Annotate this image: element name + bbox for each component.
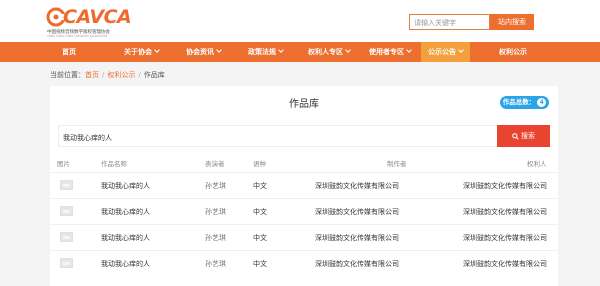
breadcrumb-current: 作品库 [143,71,165,79]
work-owner: 深圳鼓韵文化传媒有限公司 [463,208,547,216]
nav-item-users[interactable]: 使用者专区 [369,42,412,62]
column-header: 表演者 [205,160,225,168]
work-language: 中文 [253,234,267,242]
breadcrumb-separator: / [102,71,105,79]
logo-subtitle-en: CHINA AUDIO-VIDEO COPYRIGHT ASSOCIATION [47,35,108,38]
nav-item-rights-notice[interactable]: 权利公示 [499,42,527,62]
work-thumbnail [60,258,73,268]
nav-item-announcements[interactable]: 公示公告 [421,42,470,62]
nav-item-home[interactable]: 首页 [62,42,76,62]
table-row[interactable]: 我动我心痒的人 孙艺琪 中文 深圳鼓韵文化传媒有限公司 深圳鼓韵文化传媒有限公司 [50,198,558,224]
breadcrumb-separator: / [138,71,141,79]
table-row[interactable]: 我动我心痒的人 孙艺琪 中文 深圳鼓韵文化传媒有限公司 深圳鼓韵文化传媒有限公司 [50,250,558,276]
breadcrumb: 当前位置：首页 / 权利公示 / 作品库 [50,70,165,80]
nav-item-label: 权利人专区 [308,47,343,56]
column-header: 图片 [57,160,70,168]
chevron-down-icon [216,47,222,53]
work-name: 我动我心痒的人 [101,182,150,190]
work-producer: 深圳鼓韵文化传媒有限公司 [315,182,399,190]
column-header: 语种 [253,160,266,168]
nav-item-label: 首页 [62,47,76,56]
table-header: 图片 作品名称 表演者 语种 制作者 权利人 [50,158,558,172]
nav-item-label: 协会资讯 [186,47,214,56]
work-language: 中文 [253,182,267,190]
main-nav: 首页 关于协会 协会资讯 政策法规 权利人专区 使用者专区 公示公告 权利公示 [0,42,600,62]
site-search-input[interactable]: 请输入关键字 [409,14,490,30]
work-name: 我动我心痒的人 [101,208,150,216]
page-title: 作品库 [289,99,319,110]
breadcrumb-prefix: 当前位置： [50,71,85,79]
works-search-button[interactable]: 搜索 [497,125,550,147]
nav-item-label: 权利公示 [499,47,527,56]
column-header: 制作者 [387,160,407,168]
work-language: 中文 [253,260,267,268]
works-count-label: 作品总数： [502,98,536,106]
works-search-button-label: 搜索 [521,132,535,140]
breadcrumb-rights-notice-link[interactable]: 权利公示 [107,71,135,79]
site-search-button[interactable]: 站内搜索 [490,14,534,30]
nav-item-label: 公示公告 [428,47,456,56]
table-row[interactable]: 我动我心痒的人 孙艺琪 中文 深圳鼓韵文化传媒有限公司 深圳鼓韵文化传媒有限公司 [50,172,558,198]
work-thumbnail [60,206,73,216]
nav-item-label: 政策法规 [248,47,276,56]
site-header: CAVCA 中国视频音频数字版权管理协会 CHINA AUDIO-VIDEO C… [0,0,600,42]
work-performer: 孙艺琪 [205,234,226,242]
work-performer: 孙艺琪 [205,182,226,190]
chevron-down-icon [406,47,412,53]
logo-text: CAVCA [63,6,132,28]
search-icon [512,132,519,140]
works-count-value: 4 [537,98,547,107]
nav-item-policy[interactable]: 政策法规 [248,42,284,62]
nav-item-about[interactable]: 关于协会 [124,42,160,62]
work-owner: 深圳鼓韵文化传媒有限公司 [463,234,547,242]
nav-item-label: 使用者专区 [369,47,404,56]
work-producer: 深圳鼓韵文化传媒有限公司 [315,260,399,268]
table-row[interactable]: 我动我心痒的人 孙艺琪 中文 深圳鼓韵文化传媒有限公司 深圳鼓韵文化传媒有限公司 [50,224,558,250]
work-producer: 深圳鼓韵文化传媒有限公司 [315,208,399,216]
work-producer: 深圳鼓韵文化传媒有限公司 [315,234,399,242]
chevron-down-icon [154,47,160,53]
breadcrumb-home-link[interactable]: 首页 [85,71,99,79]
chevron-down-icon [345,47,351,53]
site-logo[interactable]: CAVCA 中国视频音频数字版权管理协会 CHINA AUDIO-VIDEO C… [46,6,132,38]
nav-item-rights-holders[interactable]: 权利人专区 [308,42,351,62]
work-performer: 孙艺琪 [205,208,226,216]
work-name: 我动我心痒的人 [101,234,150,242]
work-thumbnail [60,180,73,190]
works-count-badge: 作品总数： 4 [500,96,549,109]
column-header: 作品名称 [101,160,127,168]
column-header: 权利人 [527,160,547,168]
nav-item-label: 关于协会 [124,47,152,56]
chevron-down-icon [458,47,464,53]
nav-item-news[interactable]: 协会资讯 [186,42,222,62]
work-thumbnail [60,232,73,242]
work-owner: 深圳鼓韵文化传媒有限公司 [463,182,547,190]
work-name: 我动我心痒的人 [101,260,150,268]
work-language: 中文 [253,208,267,216]
work-owner: 深圳鼓韵文化传媒有限公司 [463,260,547,268]
works-panel: 作品库 作品总数： 4 我动我心痒的人 搜索 图片 作品名称 表演者 语种 制作者… [50,86,558,286]
chevron-down-icon [278,47,284,53]
work-performer: 孙艺琪 [205,260,226,268]
works-search-input[interactable]: 我动我心痒的人 [58,125,547,147]
